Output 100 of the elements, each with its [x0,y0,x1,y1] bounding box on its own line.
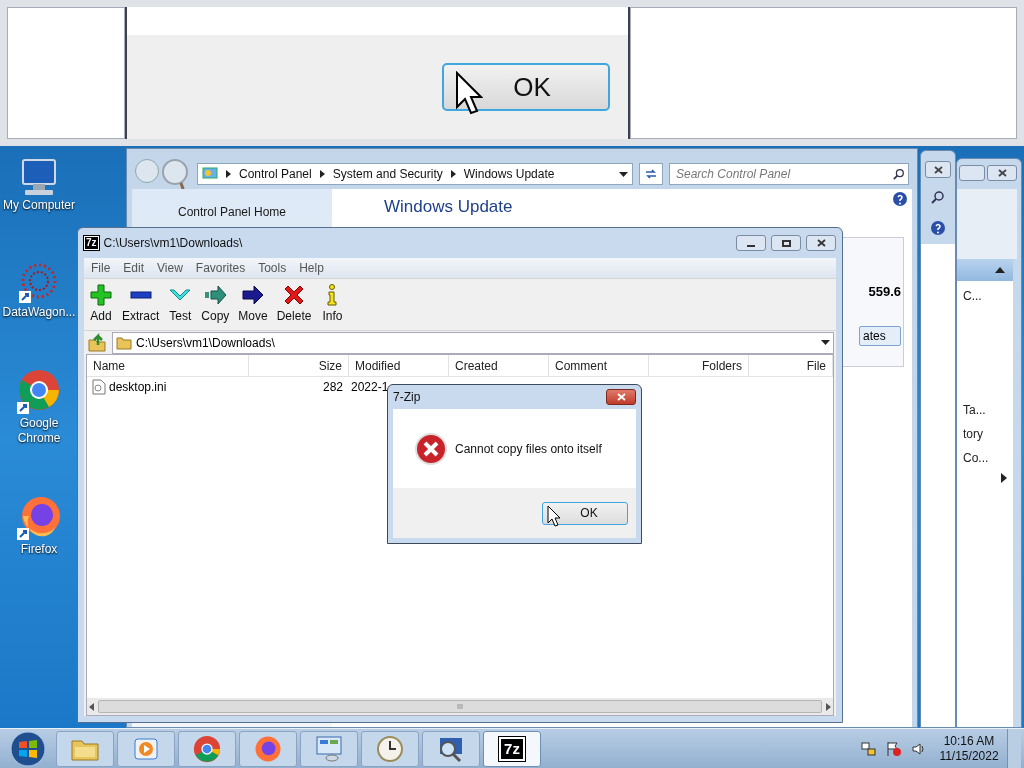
menu-item[interactable]: View [157,259,183,277]
file-name[interactable]: desktop.ini [109,378,167,396]
clock-icon [376,734,404,763]
truncated-item[interactable]: C... [963,287,982,305]
scroll-right-icon[interactable] [826,702,831,711]
column-header[interactable]: Created [449,355,549,376]
truncated-item[interactable]: Co... [963,449,989,467]
desktop-icon-label[interactable]: Firefox [20,542,58,557]
toolbar-button[interactable]: Extract [119,283,163,325]
address-bar[interactable]: Control Panel System and Security Windows Update [197,163,633,185]
dialog-title: 7-Zip [393,389,421,406]
cursor-icon [547,505,561,527]
taskbar-button[interactable] [300,730,358,767]
play-icon [133,735,159,762]
file-size: 282 [321,379,344,396]
sevenzip-logo: 7z [499,736,525,761]
expand-arrow-icon[interactable] [1001,473,1007,483]
up-folder-icon[interactable] [86,332,108,353]
error-message: Cannot copy files onto itself [455,440,602,458]
maximize-button[interactable] [771,235,801,251]
speaker-icon[interactable] [911,740,927,757]
page-heading: Windows Update [384,197,514,217]
clock-time[interactable]: 10:16 AM [943,733,995,749]
toolbar-button[interactable]: Add [86,283,116,325]
flag-icon[interactable] [886,740,902,757]
collapse-icon[interactable] [995,267,1005,273]
nav-link[interactable]: Control Panel Home [177,203,287,221]
menu-item[interactable]: File [91,259,111,277]
firefox-icon[interactable] [15,494,63,542]
refresh-icon [644,168,658,180]
breadcrumb-item[interactable]: Control Panel [239,165,312,183]
menu-item[interactable]: Edit [123,259,145,277]
chrome-icon [192,733,222,764]
column-header[interactable]: Folders [649,355,749,376]
error-icon [415,432,447,465]
dropdown-icon[interactable] [821,340,830,345]
menu-item[interactable]: Favorites [195,259,246,277]
column-header[interactable]: Size [249,355,349,376]
close-button[interactable] [606,389,636,405]
minimize-button[interactable] [736,235,766,251]
toolbar-panel [957,189,1017,259]
breadcrumb-item[interactable]: System and Security [332,165,443,183]
taskbar-button[interactable]: 7z [483,730,541,767]
refresh-button[interactable] [639,163,663,185]
file-icon [92,379,106,395]
chevron-icon[interactable] [226,170,231,178]
section-header[interactable] [957,259,1013,281]
network-icon[interactable] [861,740,877,757]
column-header[interactable]: Name [87,355,249,376]
install-updates-button[interactable]: ates [859,325,901,346]
toolbar-button[interactable]: Copy [198,283,233,325]
monitor-icon [314,734,344,763]
toolbar-button[interactable]: Delete [273,283,315,325]
close-icon [816,239,826,247]
menu-item[interactable]: Tools [258,259,287,277]
close-button[interactable] [925,161,951,178]
chevron-icon[interactable] [319,170,325,178]
dropdown-icon[interactable] [619,171,628,177]
close-icon [616,393,626,401]
taskbar-button[interactable] [178,730,236,767]
search-icon[interactable] [931,190,945,204]
truncated-item[interactable]: Ta... [963,401,986,419]
copy-icon [203,283,228,307]
close-icon [997,169,1007,177]
move-icon [241,283,266,307]
taskbar-button[interactable] [361,730,419,767]
menu-item[interactable]: Help [299,259,324,277]
path-field[interactable]: C:\Users\vm1\Downloads\ [112,331,834,354]
ok-button[interactable]: OK [542,501,628,525]
add-icon [89,283,113,307]
taskbar-button[interactable] [239,730,297,767]
close-button[interactable] [987,165,1017,181]
app-logo: 7z [84,236,99,250]
toolbar-button[interactable]: Info [317,283,348,325]
cursor-icon [455,71,483,115]
truncated-item[interactable]: tory [963,425,983,443]
column-header[interactable]: Comment [549,355,649,376]
desktop-icon-label[interactable]: Google Chrome [1,416,77,446]
ok-button[interactable]: OK [442,63,610,111]
file-modified: 2022-1 [350,379,389,396]
chevron-icon[interactable] [450,170,456,178]
help-icon[interactable] [930,220,946,236]
control-panel-icon [202,166,218,182]
column-header[interactable]: Modified [349,355,449,376]
toolbar-button[interactable]: Move [235,283,271,325]
clock-date[interactable]: 11/15/2022 [939,748,999,764]
column-header[interactable]: File [749,355,833,376]
desktop-icon-label[interactable]: DataWagon... [2,305,76,320]
update-size: 559.6 [868,283,901,301]
close-button[interactable] [806,235,836,251]
taskbar-button[interactable] [422,730,480,767]
desktop-icon-label[interactable]: My Computer [3,198,75,213]
path-text: C:\Users\vm1\Downloads\ [136,334,276,352]
breadcrumb-item[interactable]: Windows Update [463,165,555,183]
scroll-left-icon[interactable] [89,702,94,711]
window-title: C:\Users\vm1\Downloads\ [103,235,243,252]
help-icon[interactable] [892,191,908,207]
toolbar-button[interactable]: Test [165,283,196,325]
show-desktop-button[interactable] [1007,728,1021,768]
windows-logo-icon [10,730,46,767]
